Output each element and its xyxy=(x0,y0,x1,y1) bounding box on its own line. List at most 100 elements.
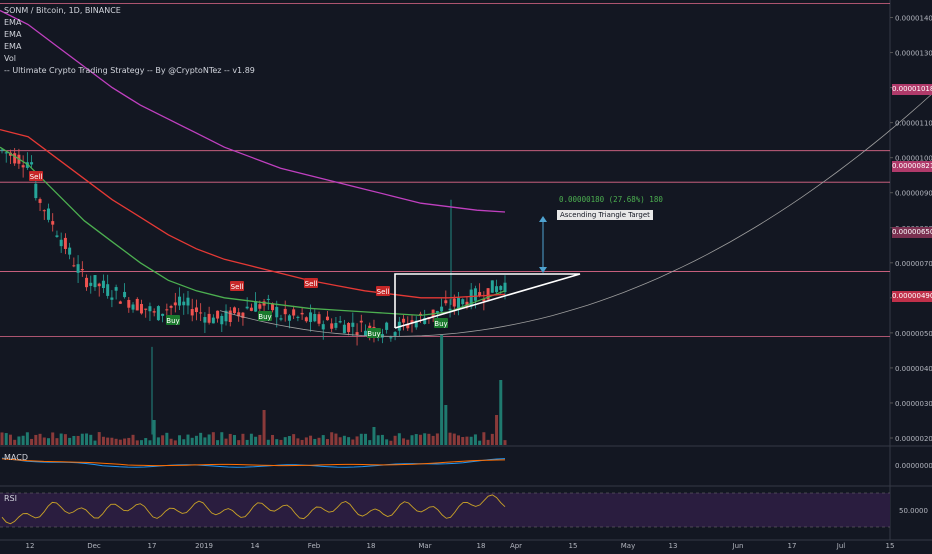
candle-body xyxy=(287,315,291,321)
volume-bar xyxy=(490,433,494,445)
volume-bar xyxy=(46,438,50,445)
candle-body xyxy=(148,306,152,312)
candle-body xyxy=(68,247,72,255)
indicator-strategy[interactable]: -- Ultimate Crypto Trading Strategy -- B… xyxy=(4,65,255,76)
volume-bar xyxy=(465,436,469,445)
time-label: Jul xyxy=(836,542,846,550)
volume-bar xyxy=(287,436,291,445)
volume-bar xyxy=(368,440,372,445)
volume-bar xyxy=(194,435,198,445)
candle-body xyxy=(114,287,118,291)
signal-label: Sell xyxy=(231,283,244,291)
candle-body xyxy=(275,306,279,318)
candle-body xyxy=(216,310,220,319)
price-tag-2: 0.00000821 xyxy=(892,161,932,172)
volume-bar xyxy=(309,435,313,445)
price-tick-label: 0.00000300 xyxy=(895,400,932,408)
candle-body xyxy=(245,306,249,309)
candle-body xyxy=(359,320,363,323)
candle-body xyxy=(59,239,63,247)
candle-body xyxy=(135,298,139,311)
volume-bar xyxy=(275,439,279,445)
volume-bar xyxy=(135,440,139,445)
volume-bar xyxy=(385,439,389,445)
volume-bar xyxy=(118,439,122,445)
time-label: Feb xyxy=(308,542,321,550)
price-tick-label: 0.00001300 xyxy=(895,50,932,58)
candle-body xyxy=(207,313,211,323)
candle-body xyxy=(220,315,224,325)
candle-body xyxy=(338,321,342,323)
volume-bar xyxy=(59,433,63,445)
volume-bar xyxy=(207,434,211,445)
volume-bar xyxy=(376,435,380,445)
symbol-title[interactable]: SONM / Bitcoin, 1D, BINANCE xyxy=(4,5,121,16)
rsi-pane xyxy=(0,492,890,528)
volume-bar xyxy=(304,437,308,445)
volume-bar xyxy=(444,405,448,445)
volume-bar xyxy=(199,432,203,445)
volume-bar xyxy=(292,434,296,445)
signal-label: Buy xyxy=(166,317,179,325)
price-chart[interactable]: Sell Sell Sell Sell Buy Buy Buy Buy 0.00001400 0… xyxy=(0,0,932,550)
candle-body xyxy=(118,301,122,304)
indicator-ema-2[interactable]: EMA xyxy=(4,29,21,40)
candle-body xyxy=(173,302,177,306)
candle-body xyxy=(461,299,465,305)
indicator-ema-3[interactable]: EMA xyxy=(4,41,21,52)
volume-bar xyxy=(190,437,194,445)
candle-body xyxy=(309,312,313,322)
candle-body xyxy=(452,298,456,307)
volume-bar xyxy=(435,433,439,445)
candle-body xyxy=(351,322,355,327)
volume-bar xyxy=(414,434,418,445)
time-label: Mar xyxy=(418,542,431,550)
volume-bar xyxy=(220,432,224,445)
candle-body xyxy=(393,332,397,336)
volume-bar xyxy=(156,437,160,445)
price-tag-4: 0.00000490 xyxy=(892,291,932,302)
candle-body xyxy=(30,162,34,165)
volume-bar xyxy=(486,439,490,445)
candle-body xyxy=(495,286,499,293)
candle-body xyxy=(110,297,114,300)
candle-body xyxy=(473,288,477,301)
volume-bar xyxy=(72,435,76,445)
volume-bar xyxy=(406,439,410,445)
price-tick-label: 0.00000700 xyxy=(895,260,932,268)
time-label: 17 xyxy=(148,542,157,550)
volume-bar xyxy=(148,440,152,445)
candle-body xyxy=(186,297,190,306)
volume-bar xyxy=(169,438,173,445)
candle-body xyxy=(254,301,258,312)
macd-axis-label: 0.00000000 xyxy=(895,462,932,470)
candle-body xyxy=(258,304,262,309)
volume-bar xyxy=(359,433,363,445)
candle-body xyxy=(76,264,80,273)
time-label: 2019 xyxy=(195,542,213,550)
candle-body xyxy=(266,298,270,300)
volume-bar xyxy=(30,438,34,445)
candle-body xyxy=(42,210,46,212)
indicator-volume[interactable]: Vol xyxy=(4,53,16,64)
volume-bar xyxy=(114,438,118,445)
time-label: Apr xyxy=(510,542,522,550)
volume-bar xyxy=(51,432,55,445)
volume-bar xyxy=(317,437,321,445)
signal-label: Buy xyxy=(367,330,380,338)
volume-bar xyxy=(76,435,80,445)
signal-label: Sell xyxy=(30,173,43,181)
candle-body xyxy=(51,221,55,225)
volume-bar xyxy=(237,440,241,445)
volume-bar xyxy=(300,439,304,445)
time-label: May xyxy=(621,542,635,550)
volume-bar xyxy=(402,438,406,445)
candle-body xyxy=(80,269,84,271)
macd-pane-label[interactable]: MACD xyxy=(4,452,28,463)
signal-label: Sell xyxy=(377,288,390,296)
indicator-ema-1[interactable]: EMA xyxy=(4,17,21,28)
volume-bar xyxy=(152,420,156,445)
time-label: Jun xyxy=(732,542,744,550)
rsi-pane-label[interactable]: RSI xyxy=(4,493,17,504)
measure-label: 0.00000180 (27.68%) 180 xyxy=(559,195,663,204)
